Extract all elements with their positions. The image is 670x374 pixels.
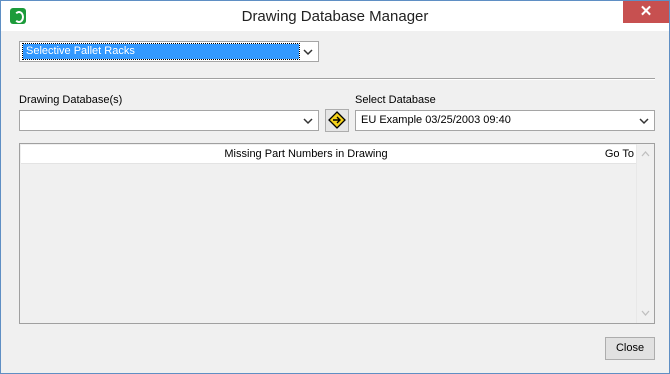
rack-type-value: Selective Pallet Racks [22,43,300,60]
select-db-label: Select Database [355,94,436,106]
window-title: Drawing Database Manager [241,8,429,25]
dialog-window: Drawing Database Manager ✕ Selective Pal… [0,0,670,374]
scroll-down-icon[interactable] [641,309,650,317]
chevron-down-icon [302,114,314,128]
title-bar: Drawing Database Manager ✕ [1,1,669,31]
select-db-select[interactable]: EU Example 03/25/2003 09:40 [355,110,655,131]
close-button[interactable]: Close [605,337,655,360]
window-close-button[interactable]: ✕ [623,1,669,23]
drawing-db-label: Drawing Database(s) [19,94,123,106]
scroll-up-icon[interactable] [641,150,650,158]
vertical-scrollbar[interactable] [636,144,654,323]
separator [19,78,655,80]
chevron-down-icon [638,114,650,128]
drawing-db-select[interactable] [19,110,319,131]
select-db-value: EU Example 03/25/2003 09:40 [361,114,511,126]
rack-type-select[interactable]: Selective Pallet Racks [19,41,319,62]
transfer-button[interactable] [325,109,349,132]
col-missing-parts[interactable]: Missing Part Numbers in Drawing [21,148,591,160]
diamond-arrow-icon [328,111,346,129]
list-header: Missing Part Numbers in Drawing Go To [21,145,637,164]
col-go-to[interactable]: Go To [605,148,634,160]
chevron-down-icon [302,45,314,59]
missing-parts-list[interactable]: Missing Part Numbers in Drawing Go To [19,143,655,324]
